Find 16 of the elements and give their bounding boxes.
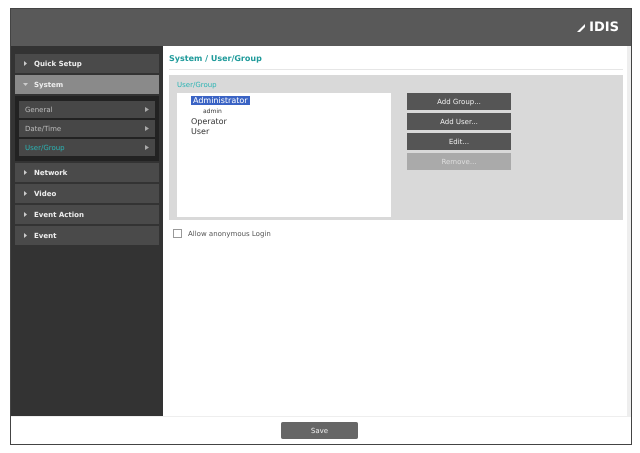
tree-item[interactable]: Administrator (191, 96, 250, 105)
page-title: System / User/Group (169, 46, 623, 70)
logo-text: IDIS (589, 20, 619, 35)
arrow-icon (145, 107, 149, 112)
caret-icon (23, 61, 28, 66)
checkbox[interactable] (173, 229, 182, 238)
arrow-icon (145, 126, 149, 131)
tree-item[interactable]: User (191, 127, 210, 136)
caret-icon (23, 212, 28, 217)
tree-item[interactable]: Operator (191, 117, 227, 126)
caret-icon (23, 191, 28, 196)
logo-icon (575, 22, 588, 34)
caret-icon (23, 82, 28, 87)
caret-icon (23, 233, 28, 238)
arrow-icon (145, 145, 149, 150)
caret-icon (23, 170, 28, 175)
